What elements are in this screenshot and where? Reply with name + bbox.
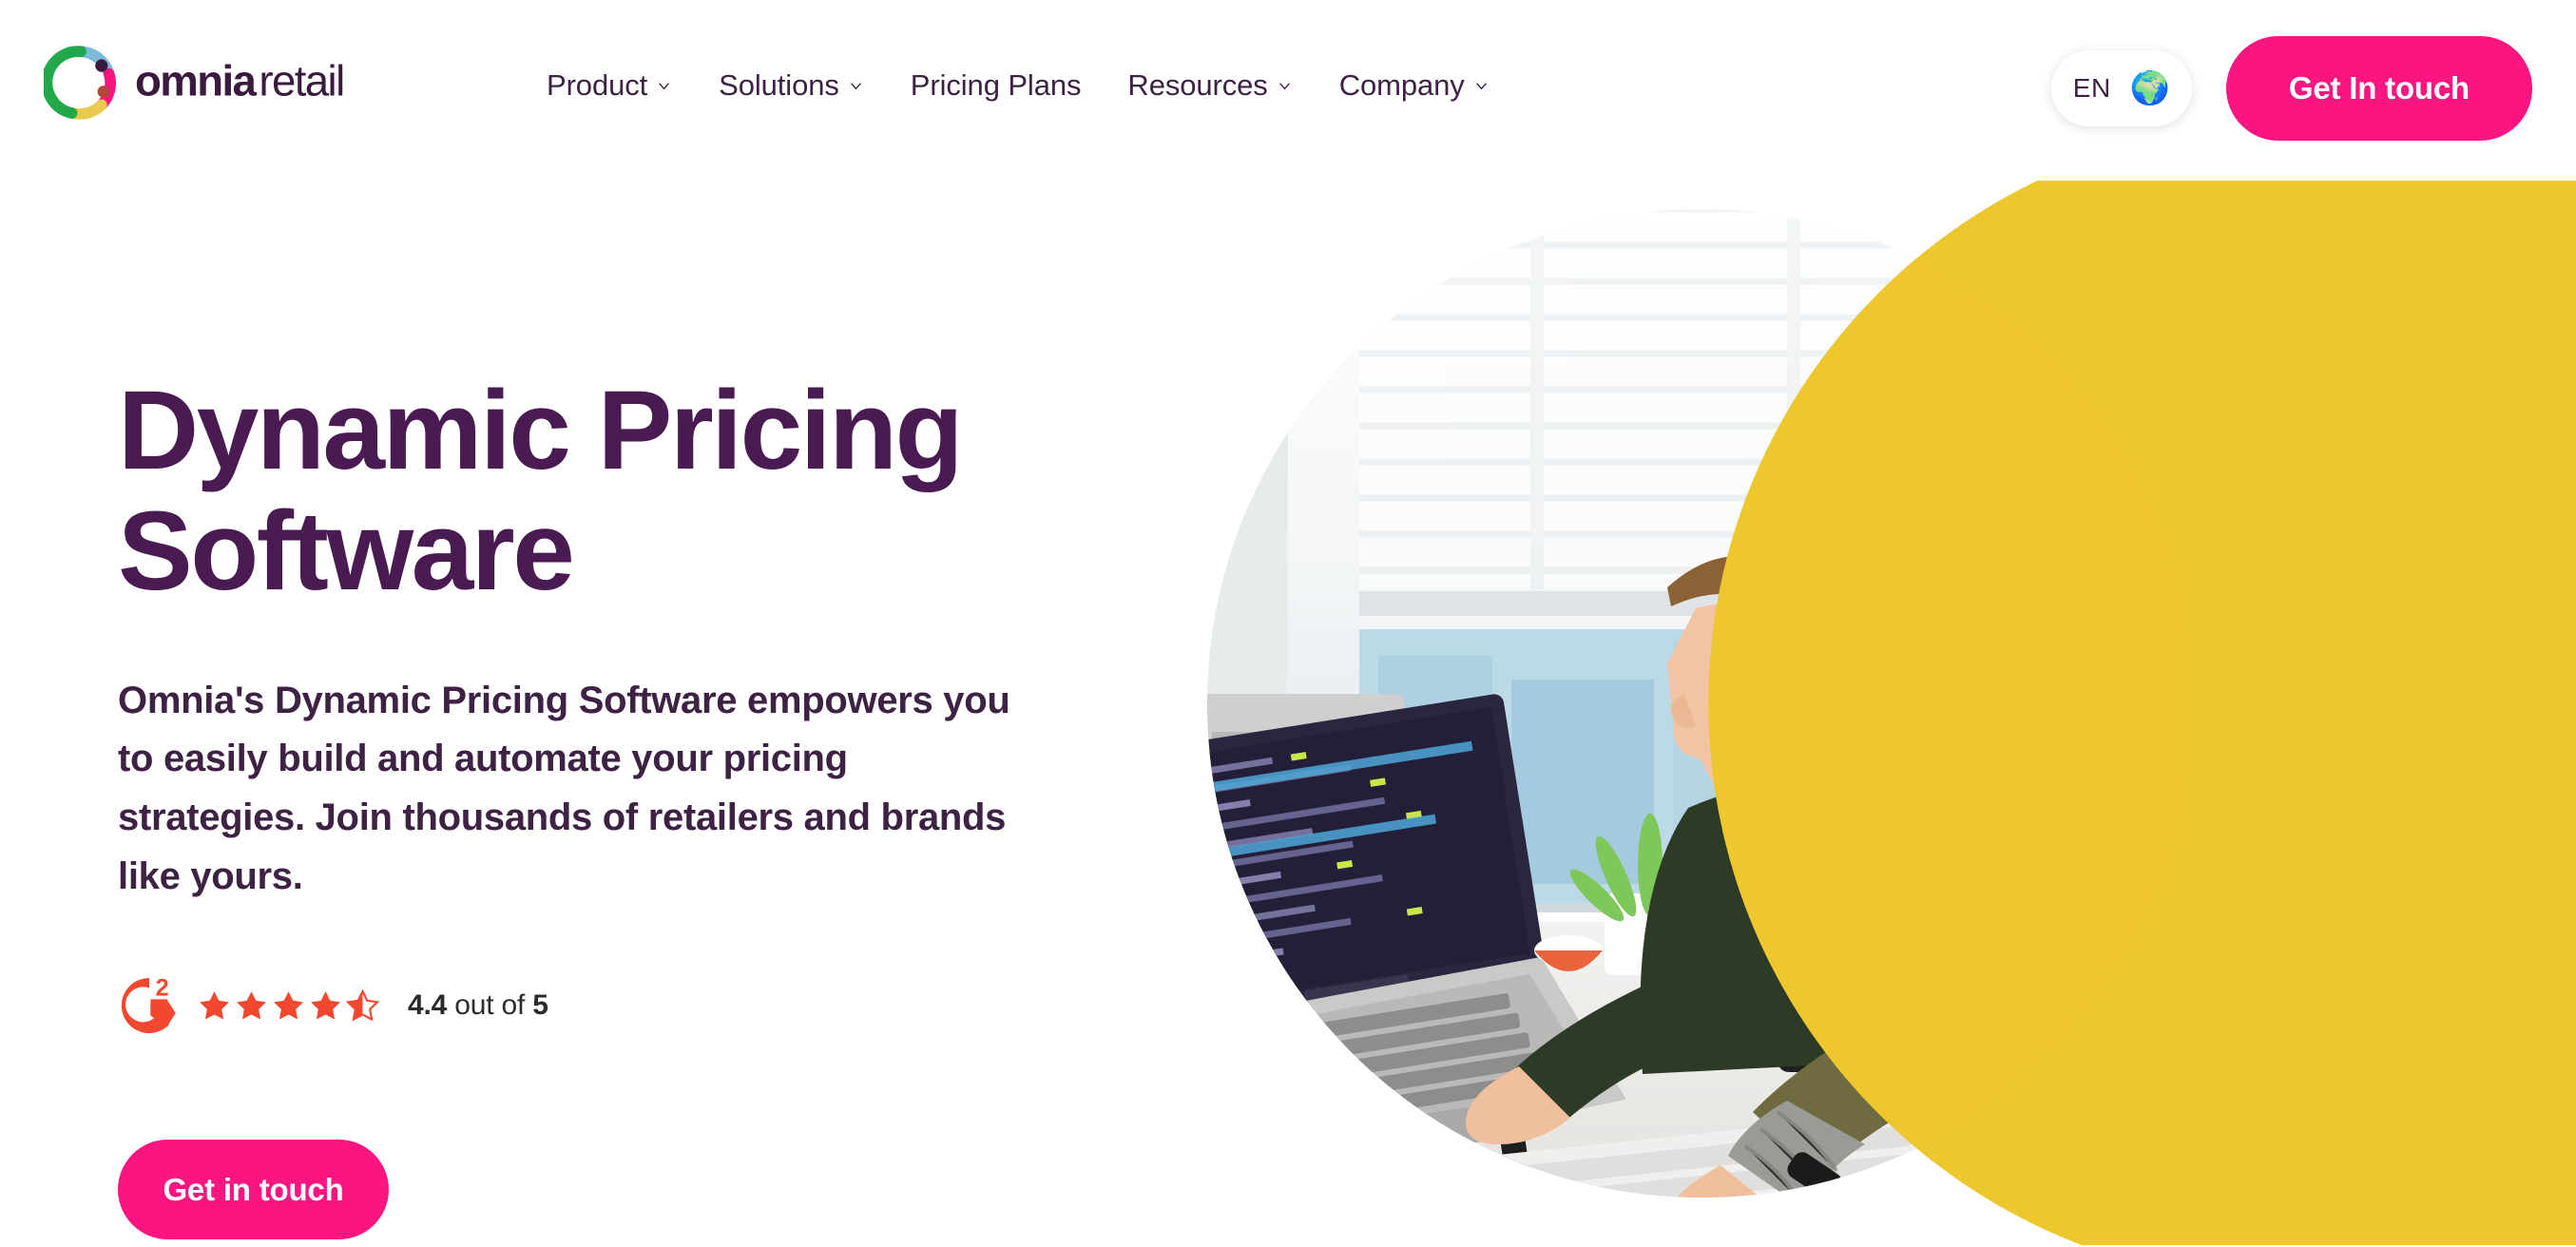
site-header: omnia retail Product Solutions Pricing P… (0, 0, 2576, 181)
star-half-icon (345, 988, 380, 1022)
rating-text: 4.4 out of 5 (408, 989, 548, 1022)
star-filled-icon (274, 990, 303, 1020)
hero-illustration (1207, 162, 2576, 1245)
header-actions: EN 🌍 Get In touch (2050, 36, 2532, 141)
chevron-down-icon (1278, 82, 1290, 89)
omnia-ring-logo-icon (44, 46, 116, 120)
chevron-down-icon (1475, 82, 1487, 89)
nav-item-company[interactable]: Company (1339, 68, 1490, 103)
page-title: Dynamic Pricing Software (118, 368, 964, 615)
svg-text:retail: retail (259, 57, 343, 106)
nav-item-resources[interactable]: Resources (1127, 68, 1292, 103)
nav-item-label: Pricing Plans (910, 68, 1082, 102)
nav-item-pricing-plans[interactable]: Pricing Plans (911, 68, 1082, 103)
omniaretail-wordmark: omnia retail (135, 57, 345, 106)
language-selector[interactable]: EN 🌍 (2050, 50, 2192, 126)
nav-item-label: Solutions (719, 68, 839, 102)
hero-section: Dynamic Pricing Software Omnia's Dynamic… (0, 162, 2576, 1247)
chevron-down-icon (850, 82, 861, 89)
nav-item-label: Resources (1127, 68, 1268, 102)
hero-copy: Dynamic Pricing Software Omnia's Dynamic… (118, 368, 1068, 1240)
rating-middle-text: out of (447, 989, 533, 1022)
logo-link[interactable]: omnia retail (44, 46, 363, 120)
star-rating (197, 988, 380, 1024)
globe-icon: 🌍 (2129, 70, 2171, 106)
star-filled-icon (311, 990, 340, 1020)
nav-item-solutions[interactable]: Solutions (719, 68, 864, 103)
nav-item-label: Product (547, 68, 648, 102)
hero-subtitle: Omnia's Dynamic Pricing Software empower… (118, 679, 1010, 897)
star-filled-icon (200, 990, 229, 1020)
language-code: EN (2072, 73, 2111, 103)
header-get-in-touch-button[interactable]: Get In touch (2225, 36, 2532, 141)
hero-image (1122, 162, 2576, 1245)
svg-text:omnia: omnia (135, 57, 258, 106)
hero-get-in-touch-button[interactable]: Get in touch (118, 1140, 389, 1240)
nav-item-product[interactable]: Product (547, 68, 672, 103)
svg-text:2: 2 (156, 975, 169, 1002)
g2-logo-icon: 2 (121, 975, 176, 1034)
nav-item-label: Company (1338, 68, 1465, 102)
rating-max: 5 (532, 989, 548, 1022)
g2-rating: 2 4.4 out of 5 (118, 974, 1068, 1037)
main-navigation: Product Solutions Pricing Plans Resource… (547, 68, 1490, 103)
rating-score: 4.4 (408, 989, 448, 1022)
chevron-down-icon (659, 82, 670, 89)
star-filled-icon (237, 990, 266, 1020)
